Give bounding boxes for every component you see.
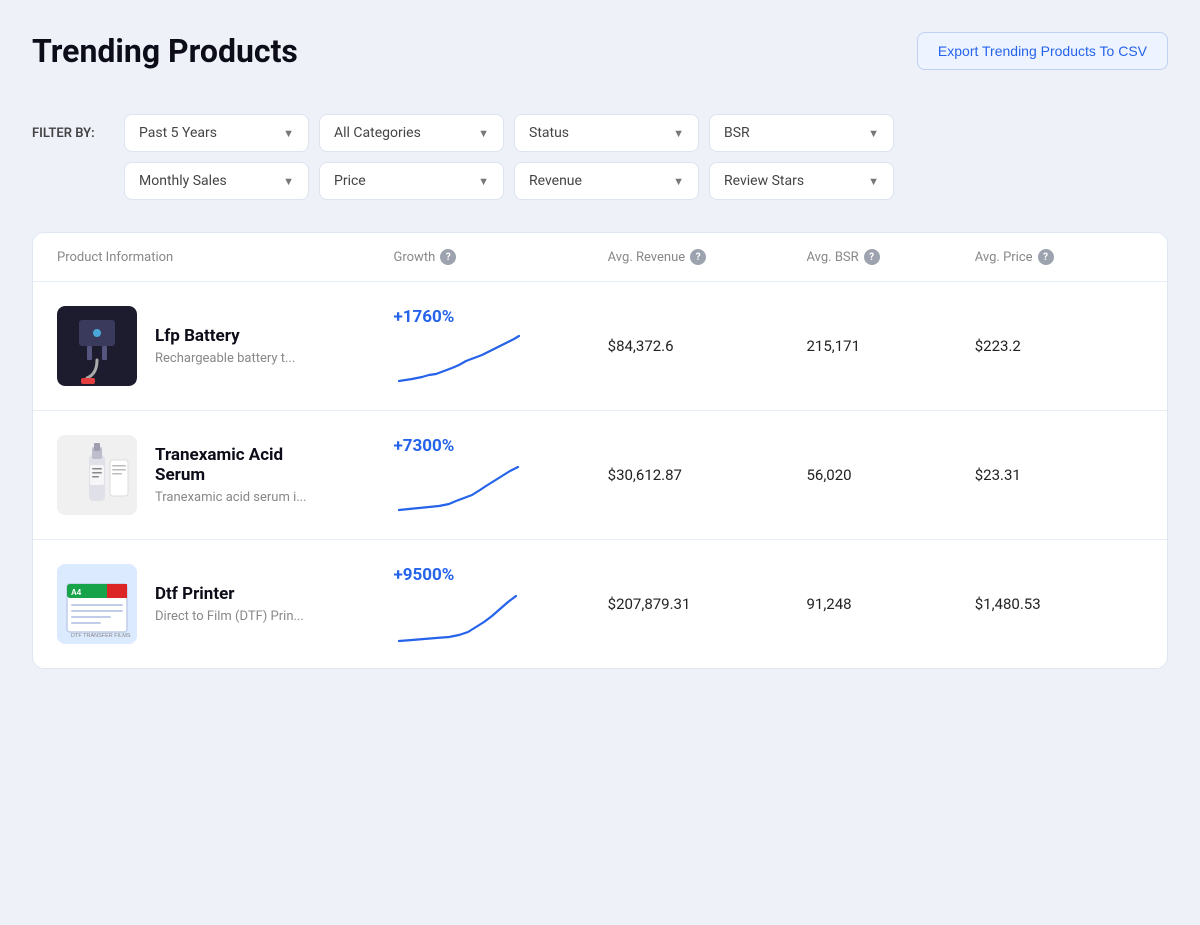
dropdown-bsr[interactable]: BSR ▼ xyxy=(709,114,894,152)
product-desc: Direct to Film (DTF) Prin... xyxy=(155,609,304,624)
growth-pct: +1760% xyxy=(394,307,455,327)
battery-image-svg xyxy=(57,306,137,386)
dropdown-revenue-label: Revenue xyxy=(529,173,582,189)
export-button[interactable]: Export Trending Products To CSV xyxy=(917,32,1168,70)
growth-cell-dtf: +9500% xyxy=(394,565,608,644)
product-image-lfp-battery xyxy=(57,306,137,386)
dropdown-categories-label: All Categories xyxy=(334,125,421,141)
th-product: Product Information xyxy=(57,249,394,265)
sparkline-lfp-battery xyxy=(394,331,524,386)
th-avg-revenue: Avg. Revenue ? xyxy=(608,249,807,265)
dropdown-status[interactable]: Status ▼ xyxy=(514,114,699,152)
dropdown-time-label: Past 5 Years xyxy=(139,125,217,141)
dropdown-categories[interactable]: All Categories ▼ xyxy=(319,114,504,152)
dropdown-monthly-sales-label: Monthly Sales xyxy=(139,173,227,189)
avg-bsr-help-icon: ? xyxy=(864,249,880,265)
dropdown-status-label: Status xyxy=(529,125,569,141)
table-row: Lfp Battery Rechargeable battery t... +1… xyxy=(33,282,1167,411)
dropdown-review-stars[interactable]: Review Stars ▼ xyxy=(709,162,894,200)
product-image-serum xyxy=(57,435,137,515)
product-image-dtf: A4 DTF TRANSFER FILMS xyxy=(57,564,137,644)
product-name: Tranexamic AcidSerum xyxy=(155,445,307,485)
product-info-lfp-battery: Lfp Battery Rechargeable battery t... xyxy=(155,326,295,366)
product-name: Dtf Printer xyxy=(155,584,304,604)
products-table: Product Information Growth ? Avg. Revenu… xyxy=(32,232,1168,669)
serum-image-svg xyxy=(57,435,137,515)
chevron-down-icon: ▼ xyxy=(283,127,294,140)
svg-text:DTF TRANSFER FILMS: DTF TRANSFER FILMS xyxy=(71,633,131,639)
chevron-down-icon: ▼ xyxy=(868,175,879,188)
table-row: Tranexamic AcidSerum Tranexamic acid ser… xyxy=(33,411,1167,540)
chevron-down-icon: ▼ xyxy=(868,127,879,140)
dropdown-review-stars-label: Review Stars xyxy=(724,173,804,189)
growth-pct: +9500% xyxy=(394,565,455,585)
growth-cell-serum: +7300% xyxy=(394,436,608,515)
dropdown-price[interactable]: Price ▼ xyxy=(319,162,504,200)
product-name: Lfp Battery xyxy=(155,326,295,346)
avg-revenue-help-icon: ? xyxy=(690,249,706,265)
sparkline-serum xyxy=(394,460,524,515)
product-desc: Tranexamic acid serum i... xyxy=(155,490,307,505)
page-header: Trending Products Export Trending Produc… xyxy=(32,32,1168,70)
avg-revenue-dtf: $207,879.31 xyxy=(608,595,807,613)
page-title: Trending Products xyxy=(32,32,298,70)
growth-help-icon: ? xyxy=(440,249,456,265)
dropdown-price-label: Price xyxy=(334,173,366,189)
sparkline-dtf xyxy=(394,589,524,644)
avg-price-help-icon: ? xyxy=(1038,249,1054,265)
table-row: A4 DTF TRANSFER FILMS Dtf Printer Direct… xyxy=(33,540,1167,668)
product-cell-dtf: A4 DTF TRANSFER FILMS Dtf Printer Direct… xyxy=(57,564,394,644)
chevron-down-icon: ▼ xyxy=(673,127,684,140)
svg-text:A4: A4 xyxy=(71,588,82,597)
product-cell-lfp-battery: Lfp Battery Rechargeable battery t... xyxy=(57,306,394,386)
avg-revenue-serum: $30,612.87 xyxy=(608,466,807,484)
growth-pct: +7300% xyxy=(394,436,455,456)
avg-bsr-dtf: 91,248 xyxy=(806,595,974,613)
dropdown-time[interactable]: Past 5 Years ▼ xyxy=(124,114,309,152)
growth-cell-lfp-battery: +1760% xyxy=(394,307,608,386)
th-avg-bsr: Avg. BSR ? xyxy=(806,249,974,265)
filter-label: FILTER BY: xyxy=(32,126,112,141)
th-growth: Growth ? xyxy=(394,249,608,265)
dropdown-revenue[interactable]: Revenue ▼ xyxy=(514,162,699,200)
avg-price-lfp-battery: $223.2 xyxy=(975,337,1143,355)
avg-price-serum: $23.31 xyxy=(975,466,1143,484)
product-desc: Rechargeable battery t... xyxy=(155,351,295,366)
avg-bsr-serum: 56,020 xyxy=(806,466,974,484)
chevron-down-icon: ▼ xyxy=(478,127,489,140)
chevron-down-icon: ▼ xyxy=(673,175,684,188)
filter-row-2: Monthly Sales ▼ Price ▼ Revenue ▼ Review… xyxy=(124,162,1168,200)
filter-section: FILTER BY: Past 5 Years ▼ All Categories… xyxy=(32,98,1168,216)
dropdown-bsr-label: BSR xyxy=(724,125,750,141)
dtf-image-svg: A4 DTF TRANSFER FILMS xyxy=(57,564,137,644)
avg-revenue-lfp-battery: $84,372.6 xyxy=(608,337,807,355)
dropdown-monthly-sales[interactable]: Monthly Sales ▼ xyxy=(124,162,309,200)
table-header: Product Information Growth ? Avg. Revenu… xyxy=(33,233,1167,282)
chevron-down-icon: ▼ xyxy=(478,175,489,188)
product-cell-serum: Tranexamic AcidSerum Tranexamic acid ser… xyxy=(57,435,394,515)
product-info-dtf: Dtf Printer Direct to Film (DTF) Prin... xyxy=(155,584,304,624)
avg-bsr-lfp-battery: 215,171 xyxy=(806,337,974,355)
product-info-serum: Tranexamic AcidSerum Tranexamic acid ser… xyxy=(155,445,307,505)
filter-dropdowns-row1: Past 5 Years ▼ All Categories ▼ Status ▼… xyxy=(124,114,1168,152)
avg-price-dtf: $1,480.53 xyxy=(975,595,1143,613)
filter-row-1: FILTER BY: Past 5 Years ▼ All Categories… xyxy=(32,114,1168,152)
th-avg-price: Avg. Price ? xyxy=(975,249,1143,265)
chevron-down-icon: ▼ xyxy=(283,175,294,188)
